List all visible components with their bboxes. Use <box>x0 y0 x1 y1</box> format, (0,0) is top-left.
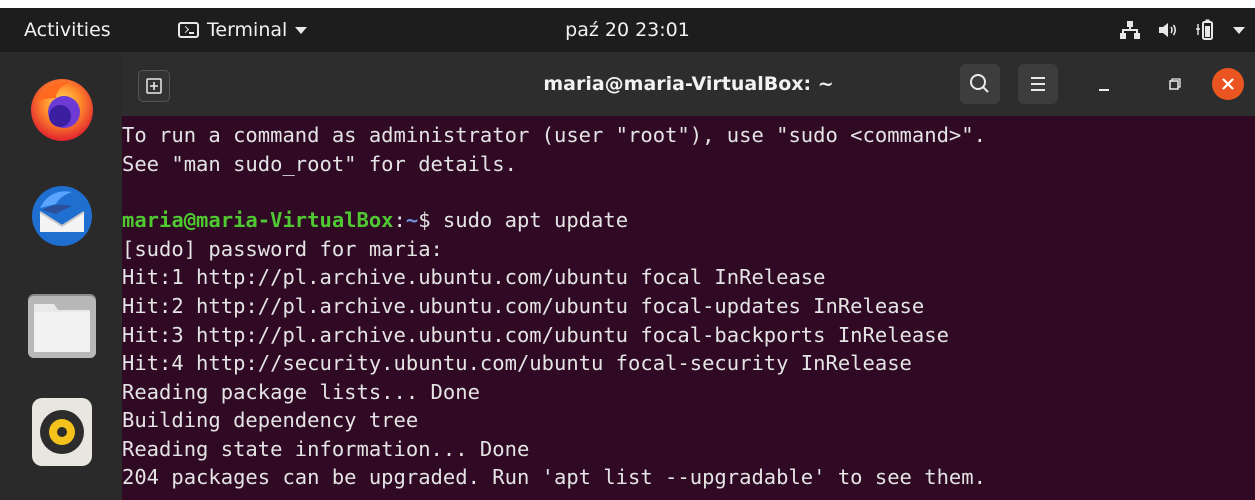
network-icon <box>1120 21 1140 39</box>
new-tab-button[interactable] <box>138 70 170 102</box>
system-tray[interactable] <box>1119 8 1245 52</box>
restore-icon <box>1169 78 1181 90</box>
clock-text: paź 20 23:01 <box>565 19 690 41</box>
dock-thunderbird[interactable] <box>26 180 98 252</box>
terminal-window: maria@maria-VirtualBox: ~ To run a comma… <box>122 52 1255 500</box>
clock[interactable]: paź 20 23:01 <box>0 8 1255 52</box>
prompt-colon: : <box>393 208 406 232</box>
prompt-command: sudo apt update <box>442 208 629 232</box>
close-icon <box>1222 78 1234 90</box>
files-icon <box>28 294 96 358</box>
dock-rhythmbox[interactable] <box>26 396 98 468</box>
terminal-line: Building dependency tree <box>122 408 419 432</box>
thunderbird-icon <box>32 186 92 246</box>
prompt-user: maria@maria-VirtualBox <box>122 208 394 232</box>
hamburger-icon <box>1031 77 1045 91</box>
terminal-prompt-line: maria@maria-VirtualBox:~$ sudo apt updat… <box>122 206 628 234</box>
volume-icon <box>1159 23 1177 37</box>
search-icon <box>970 74 989 93</box>
terminal-line: Hit:3 http://pl.archive.ubuntu.com/ubunt… <box>122 323 949 347</box>
firefox-icon <box>31 79 93 141</box>
top-bar: Activities Terminal paź 20 23:01 <box>0 8 1255 52</box>
close-button[interactable] <box>1212 68 1244 100</box>
minimize-icon <box>1099 89 1109 91</box>
dock <box>0 52 122 500</box>
system-menu-chevron-icon <box>1233 26 1245 34</box>
terminal-line: Reading package lists... Done <box>122 380 480 404</box>
battery-icon <box>1196 19 1213 40</box>
rhythmbox-icon <box>32 398 92 466</box>
terminal-line: Hit:4 http://security.ubuntu.com/ubuntu … <box>122 351 912 375</box>
terminal-line: To run a command as administrator (user … <box>122 123 986 147</box>
search-button[interactable] <box>960 64 1000 104</box>
terminal-line: Hit:2 http://pl.archive.ubuntu.com/ubunt… <box>122 294 925 318</box>
prompt-path: ~ <box>405 208 419 232</box>
terminal-line: Reading state information... Done <box>122 437 530 461</box>
window-header: maria@maria-VirtualBox: ~ <box>122 52 1255 116</box>
prompt-dollar: $ <box>418 208 443 232</box>
terminal-line: [sudo] password for maria: <box>122 237 443 261</box>
minimize-button[interactable] <box>1084 64 1124 104</box>
maximize-button[interactable] <box>1154 64 1194 104</box>
dock-files[interactable] <box>26 290 98 362</box>
new-tab-icon <box>146 78 162 94</box>
terminal-line: See "man sudo_root" for details. <box>122 152 517 176</box>
terminal-line: 204 packages can be upgraded. Run 'apt l… <box>122 465 986 489</box>
hamburger-menu-button[interactable] <box>1018 64 1058 104</box>
dock-firefox[interactable] <box>26 72 98 144</box>
terminal-line: Hit:1 http://pl.archive.ubuntu.com/ubunt… <box>122 265 826 289</box>
terminal-output[interactable]: To run a command as administrator (user … <box>122 116 1255 500</box>
